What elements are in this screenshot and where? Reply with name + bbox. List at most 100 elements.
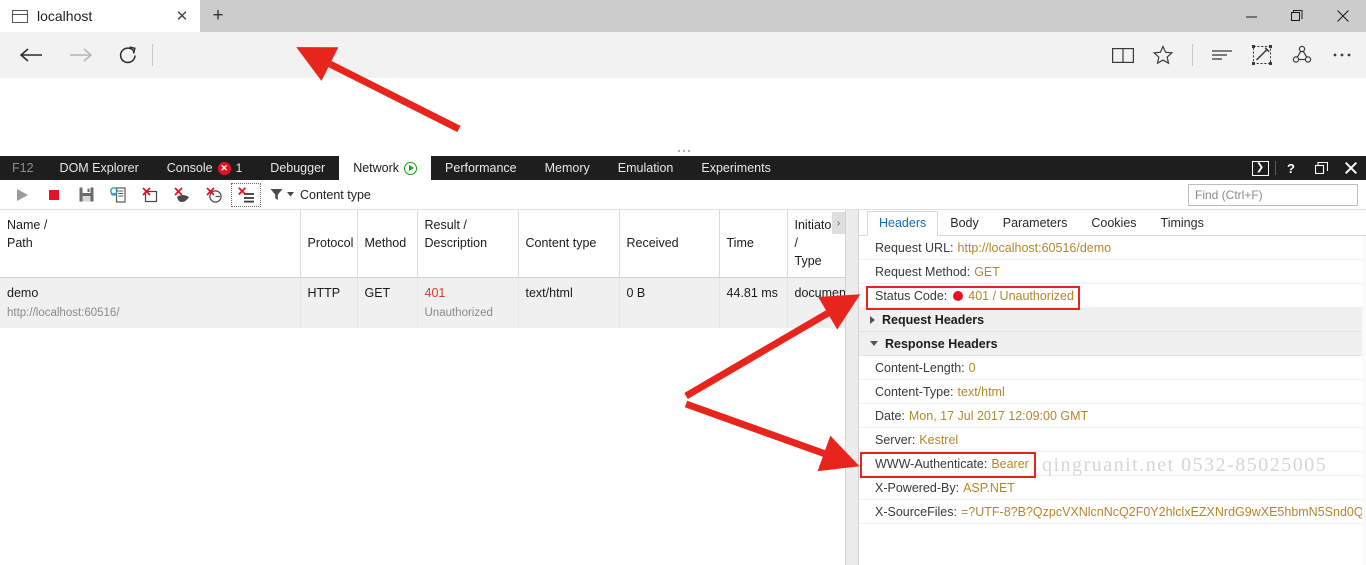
table-row[interactable]: demo http://localhost:60516/ HTTP GET 401… <box>0 277 845 329</box>
new-tab-button[interactable]: + <box>200 0 236 32</box>
devtools-tab-bar: F12 DOM Explorer Console ✕ 1 Debugger Ne… <box>0 156 1366 180</box>
section-request-headers[interactable]: Request Headers <box>859 308 1366 332</box>
header-line1: Protocol <box>307 236 354 251</box>
table-scroll-right-button[interactable]: › <box>832 212 845 234</box>
column-header-method[interactable]: Method <box>357 210 418 279</box>
section-response-headers[interactable]: Response Headers <box>859 332 1366 356</box>
devtools-tab-experiments[interactable]: Experiments <box>687 156 784 180</box>
header-line1: Initiator / <box>794 218 836 251</box>
import-har-icon[interactable] <box>102 182 134 208</box>
devtools-splitter-grip[interactable] <box>672 148 696 154</box>
forward-arrow-icon[interactable] <box>56 32 104 78</box>
tab-label: Console <box>166 161 213 175</box>
stop-profiling-icon[interactable] <box>38 182 70 208</box>
column-header-result[interactable]: Result / Description <box>417 210 519 279</box>
column-header-protocol[interactable]: Protocol <box>300 210 358 279</box>
cell-protocol: HTTP <box>300 277 358 329</box>
clear-entries-on-navigate-icon[interactable] <box>230 182 262 208</box>
status-code: 401 <box>424 286 446 301</box>
reading-view-icon[interactable] <box>1103 32 1143 78</box>
details-tab-cookies[interactable]: Cookies <box>1079 211 1148 236</box>
close-button[interactable] <box>1320 0 1366 32</box>
header-line2: Type <box>794 254 822 269</box>
detail-value: 401 / Unauthorized <box>968 288 1074 303</box>
column-header-name[interactable]: Name / Path <box>0 210 301 279</box>
console-error-badge-icon: ✕ <box>217 161 231 175</box>
hub-icon[interactable] <box>1202 32 1242 78</box>
devtools-close-button[interactable] <box>1336 156 1366 180</box>
navigation-bar: localhost:60516/demo <box>0 32 1366 93</box>
export-as-har-icon[interactable] <box>70 182 102 208</box>
network-requests-table: Name / Path Protocol Method Result / Descr… <box>0 210 845 565</box>
header-key: Server: <box>875 432 916 447</box>
response-header-content-type: Content-Type: text/html <box>859 380 1366 404</box>
devtools-tab-performance[interactable]: Performance <box>431 156 531 180</box>
details-tab-timings[interactable]: Timings <box>1149 211 1216 236</box>
refresh-arrow-icon[interactable] <box>104 32 152 78</box>
details-tab-body[interactable]: Body <box>938 211 991 236</box>
devtools-tab-dom-explorer[interactable]: DOM Explorer <box>46 156 153 180</box>
content-type-filter[interactable] <box>270 188 294 201</box>
title-bar: localhost ✕ + <box>0 0 1366 32</box>
cell-result: 401 Unauthorized <box>417 277 519 329</box>
header-line1: Name / <box>7 218 48 232</box>
column-header-time[interactable]: Time <box>719 210 788 279</box>
detail-value: GET <box>974 264 1000 279</box>
response-header-content-length: Content-Length: 0 <box>859 356 1366 380</box>
chevron-right-icon <box>870 315 875 324</box>
find-placeholder: Find (Ctrl+F) <box>1195 188 1263 202</box>
devtools-f12-label: F12 <box>12 161 34 175</box>
header-line1: Received <box>626 236 679 251</box>
browser-tab[interactable]: localhost ✕ <box>0 0 200 32</box>
window-controls <box>1228 0 1366 32</box>
column-header-received[interactable]: Received <box>619 210 720 279</box>
minimize-button[interactable] <box>1228 0 1274 32</box>
header-value: =?UTF-8?B?QzpcVXNlcnNcQ2F0Y2hlclxEZXNrdG… <box>960 504 1366 519</box>
back-arrow-icon[interactable] <box>8 32 56 78</box>
header-line1: Time <box>726 236 754 251</box>
header-value: Kestrel <box>919 432 959 447</box>
devtools-tab-console[interactable]: Console ✕ 1 <box>153 156 257 180</box>
detail-key: Request URL: <box>875 240 954 255</box>
details-tab-headers[interactable]: Headers <box>867 211 939 236</box>
status-description: Unauthorized <box>424 306 493 319</box>
share-icon[interactable] <box>1282 32 1322 78</box>
start-profiling-icon[interactable] <box>6 182 38 208</box>
detail-row-request-method: Request Method: GET <box>859 260 1366 284</box>
help-button[interactable]: ? <box>1276 156 1306 180</box>
details-tab-parameters[interactable]: Parameters <box>991 211 1080 236</box>
details-scrollbar[interactable] <box>1362 236 1366 565</box>
response-header-x-sourcefiles: X-SourceFiles: =?UTF-8?B?QzpcVXNlcnNcQ2F… <box>859 500 1366 524</box>
favorites-star-icon[interactable] <box>1143 32 1183 78</box>
clear-cookies-icon[interactable] <box>198 182 230 208</box>
request-name: demo <box>7 286 39 301</box>
tab-close-icon[interactable]: ✕ <box>172 6 192 26</box>
column-header-content-type[interactable]: Content type <box>518 210 620 279</box>
clear-cache-icon[interactable] <box>166 182 198 208</box>
devtools-tab-emulation[interactable]: Emulation <box>604 156 688 180</box>
tab-label: Network <box>353 161 400 175</box>
devtools-tab-debugger[interactable]: Debugger <box>256 156 339 180</box>
restore-button[interactable] <box>1274 0 1320 32</box>
more-icon[interactable] <box>1322 32 1362 78</box>
devtools-tab-network[interactable]: Network <box>339 156 432 180</box>
clear-session-icon[interactable] <box>134 182 166 208</box>
console-toggle-button[interactable]: ❯ <box>1245 156 1275 180</box>
web-note-icon[interactable] <box>1242 32 1282 78</box>
cell-content-type: text/html <box>518 277 620 329</box>
devtools-tab-memory[interactable]: Memory <box>531 156 604 180</box>
devtools-window-buttons: ❯ ? <box>1245 156 1366 180</box>
detail-row-status-code: Status Code: 401 / Unauthorized <box>859 284 1366 308</box>
header-line1: Content type <box>525 236 597 251</box>
header-value: ASP.NET <box>963 480 1015 495</box>
nav-divider <box>152 44 153 66</box>
tab-label: Emulation <box>617 161 674 175</box>
find-input[interactable]: Find (Ctrl+F) <box>1188 184 1358 206</box>
header-key: Content-Length: <box>875 360 965 375</box>
header-value: 0 <box>968 360 976 375</box>
cell-time: 44.81 ms <box>719 277 788 329</box>
undock-button[interactable] <box>1306 156 1336 180</box>
vertical-splitter[interactable] <box>845 210 859 565</box>
header-line1: Method <box>364 236 407 251</box>
cell-method: GET <box>357 277 418 329</box>
